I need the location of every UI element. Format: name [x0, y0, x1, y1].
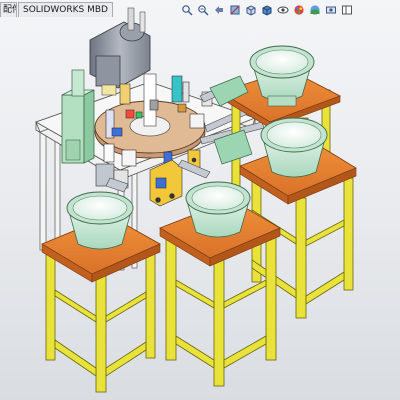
- vibratory-bowl-right[interactable]: [260, 117, 328, 178]
- vibratory-bowl-front-center[interactable]: [185, 181, 251, 238]
- tab-assembly[interactable]: 配件: [0, 2, 17, 17]
- apply-scene-icon[interactable]: [308, 3, 321, 16]
- solidworks-window: 配件 SOLIDWORKS MBD: [0, 0, 400, 400]
- section-view-icon[interactable]: [228, 3, 241, 16]
- display-style-icon[interactable]: [260, 3, 273, 16]
- view-orientation-icon[interactable]: [244, 3, 257, 16]
- document-tab-strip: 配件 SOLIDWORKS MBD: [0, 0, 114, 17]
- hide-show-items-icon[interactable]: [276, 3, 289, 16]
- drive-motor[interactable]: [89, 7, 151, 96]
- cad-graphics-area[interactable]: [0, 0, 400, 400]
- edit-appearance-icon[interactable]: [292, 3, 305, 16]
- tab-solidworks-mbd[interactable]: SOLIDWORKS MBD: [18, 2, 113, 17]
- heads-up-view-toolbar: [180, 3, 353, 16]
- vibratory-bowl-left[interactable]: [66, 191, 134, 250]
- zoom-to-fit-icon[interactable]: [180, 3, 193, 16]
- control-cabinet[interactable]: [61, 69, 95, 164]
- view-settings-icon[interactable]: [324, 3, 337, 16]
- display-pane-icon[interactable]: [340, 3, 353, 16]
- zoom-to-area-icon[interactable]: [196, 3, 209, 16]
- previous-view-icon[interactable]: [212, 3, 225, 16]
- feeder-stand-front-center[interactable]: [159, 181, 281, 387]
